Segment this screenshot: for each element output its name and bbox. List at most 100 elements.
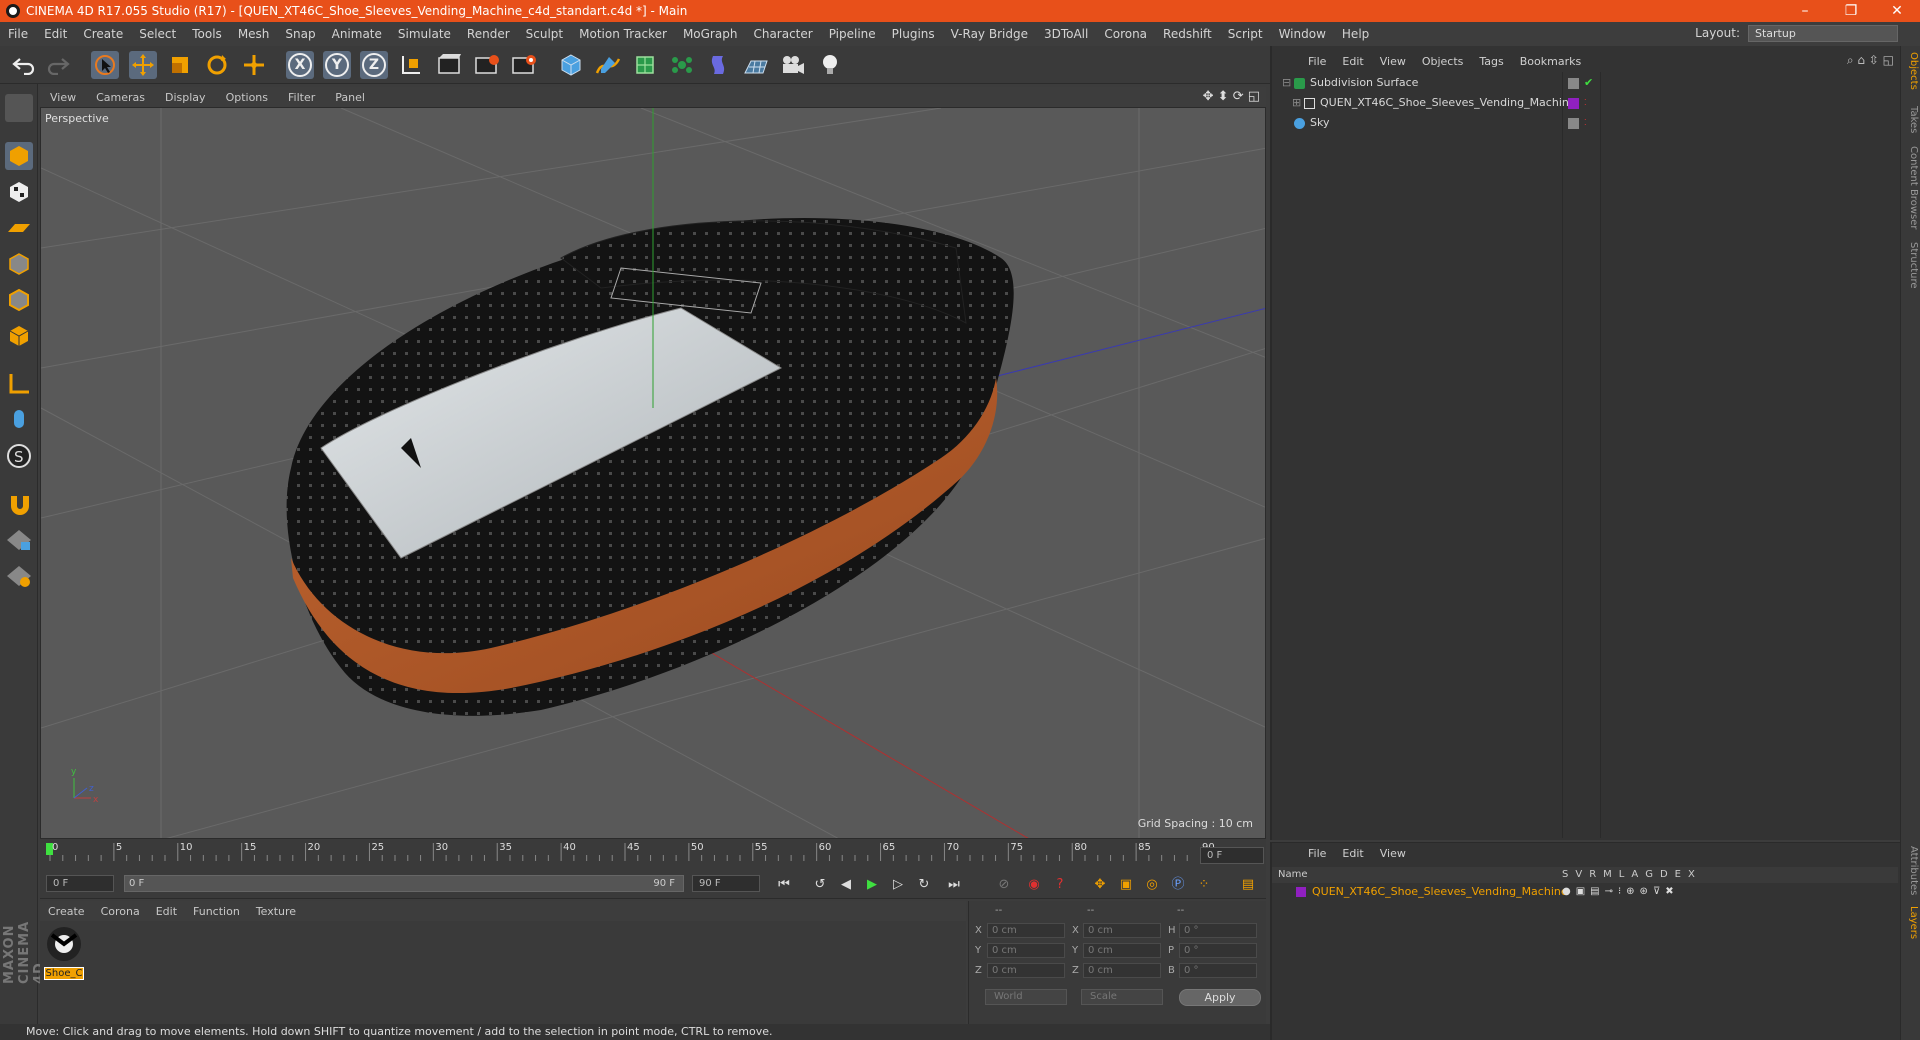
material-swatch[interactable]: Shoe_C xyxy=(44,925,84,980)
rotation-b-field[interactable]: 0 ° xyxy=(1179,963,1257,978)
model-mode-icon[interactable] xyxy=(5,142,33,170)
menu-simulate[interactable]: Simulate xyxy=(390,27,459,41)
texture-mode-icon[interactable] xyxy=(5,178,33,206)
size-y-field[interactable]: 0 cm xyxy=(1083,943,1161,958)
position-z-field[interactable]: 0 cm xyxy=(987,963,1065,978)
go-to-start-icon[interactable]: ⏮ xyxy=(774,875,794,895)
menu-script[interactable]: Script xyxy=(1220,27,1271,41)
menu-mograph[interactable]: MoGraph xyxy=(675,27,746,41)
timeline-window-icon[interactable]: ▤ xyxy=(1238,875,1258,895)
tab-layers[interactable]: Layers xyxy=(1903,906,1919,939)
motion-path-icon[interactable]: ⊘ xyxy=(994,875,1014,895)
tweak-mode-icon[interactable] xyxy=(5,406,33,434)
menu-sculpt[interactable]: Sculpt xyxy=(518,27,571,41)
previous-frame-icon[interactable]: ◀ xyxy=(836,875,856,895)
camera-icon[interactable] xyxy=(779,51,807,79)
viewport-menu-view[interactable]: View xyxy=(40,91,86,104)
menu-render[interactable]: Render xyxy=(459,27,518,41)
current-frame-field[interactable]: 0 F xyxy=(1200,847,1264,864)
object-row-vending-machine[interactable]: ⊞ QUEN_XT46C_Shoe_Sleeves_Vending_Machin… xyxy=(1280,94,1886,112)
menu-file[interactable]: File xyxy=(0,27,36,41)
material-menu-corona[interactable]: Corona xyxy=(93,905,148,918)
rotate-tool-icon[interactable] xyxy=(203,51,231,79)
menu-edit[interactable]: Edit xyxy=(36,27,75,41)
key-point-level-icon[interactable]: ⁘ xyxy=(1194,875,1214,895)
cloner-icon[interactable] xyxy=(668,51,696,79)
move-tool-icon[interactable] xyxy=(129,51,157,79)
menu-mesh[interactable]: Mesh xyxy=(230,27,278,41)
menu-tools[interactable]: Tools xyxy=(184,27,230,41)
position-x-field[interactable]: 0 cm xyxy=(987,923,1065,938)
objects-menu-view[interactable]: View xyxy=(1372,55,1414,68)
viewport-navigation-icons[interactable]: ✥ ⬍ ⟳ ◱ xyxy=(1203,89,1260,104)
menu-character[interactable]: Character xyxy=(745,27,820,41)
material-menu-function[interactable]: Function xyxy=(185,905,248,918)
object-row-subdivision-surface[interactable]: ⊟ Subdivision Surface ✔ xyxy=(1280,74,1886,92)
coordinate-mode-select[interactable]: World xyxy=(985,989,1067,1005)
points-mode-icon[interactable] xyxy=(5,250,33,278)
cube-primitive-icon[interactable] xyxy=(557,51,585,79)
object-manager-tools-icons[interactable]: ⌕ ⌂ ⇳ ◱ xyxy=(1847,53,1894,68)
tab-objects[interactable]: Objects xyxy=(1903,52,1919,90)
key-rotation-icon[interactable]: ◎ xyxy=(1142,875,1162,895)
menu-redshift[interactable]: Redshift xyxy=(1155,27,1220,41)
expand-icon[interactable]: ⊞ xyxy=(1292,94,1301,112)
menu-vray-bridge[interactable]: V-Ray Bridge xyxy=(943,27,1036,41)
layout-select[interactable]: Startup xyxy=(1748,25,1898,42)
planar-workplane-icon[interactable] xyxy=(5,562,33,590)
timeline-ruler[interactable]: 051015202530354045505560657075808590 0 F xyxy=(40,839,1266,869)
layer-toggle-icons[interactable]: ●▣▤⊸⁝⊕⊛⊽✖ xyxy=(1562,883,1679,901)
object-row-sky[interactable]: Sky ⁚ xyxy=(1280,114,1886,132)
material-menu-texture[interactable]: Texture xyxy=(248,905,304,918)
menu-window[interactable]: Window xyxy=(1271,27,1334,41)
tab-content-browser[interactable]: Content Browser xyxy=(1903,146,1919,229)
objects-menu-file[interactable]: File xyxy=(1300,55,1334,68)
viewport-menu-options[interactable]: Options xyxy=(216,91,278,104)
rotation-p-field[interactable]: 0 ° xyxy=(1179,943,1257,958)
menu-3dtoall[interactable]: 3DToAll xyxy=(1036,27,1096,41)
size-z-field[interactable]: 0 cm xyxy=(1083,963,1161,978)
menu-help[interactable]: Help xyxy=(1334,27,1377,41)
subdivision-surface-icon[interactable] xyxy=(631,51,659,79)
tab-takes[interactable]: Takes xyxy=(1903,106,1919,133)
render-picture-viewer-icon[interactable] xyxy=(473,51,501,79)
collapse-icon[interactable]: ⊟ xyxy=(1282,74,1291,92)
menu-animate[interactable]: Animate xyxy=(324,27,390,41)
minimize-button[interactable]: – xyxy=(1782,0,1828,22)
size-x-field[interactable]: 0 cm xyxy=(1083,923,1161,938)
play-forwards-icon[interactable]: ▶ xyxy=(862,875,882,895)
previous-keyframe-icon[interactable]: ↺ xyxy=(810,875,830,895)
transform-tool-icon[interactable] xyxy=(240,51,268,79)
tab-structure[interactable]: Structure xyxy=(1903,242,1919,289)
viewport-menu-display[interactable]: Display xyxy=(155,91,216,104)
render-settings-icon[interactable] xyxy=(510,51,538,79)
layers-menu-view[interactable]: View xyxy=(1372,847,1414,860)
viewport-menu-panel[interactable]: Panel xyxy=(325,91,375,104)
z-axis-toggle[interactable]: Z xyxy=(360,51,388,79)
menu-create[interactable]: Create xyxy=(75,27,131,41)
next-frame-icon[interactable]: ▷ xyxy=(888,875,908,895)
key-parameter-icon[interactable]: Ⓟ xyxy=(1168,875,1188,895)
next-keyframe-icon[interactable]: ↻ xyxy=(914,875,934,895)
key-scale-icon[interactable]: ▣ xyxy=(1116,875,1136,895)
position-y-field[interactable]: 0 cm xyxy=(987,943,1065,958)
menu-snap[interactable]: Snap xyxy=(277,27,323,41)
workplane-mode-icon[interactable] xyxy=(5,214,33,242)
spline-pen-icon[interactable] xyxy=(594,51,622,79)
objects-menu-objects[interactable]: Objects xyxy=(1414,55,1472,68)
viewport-menu-cameras[interactable]: Cameras xyxy=(86,91,155,104)
close-button[interactable]: ✕ xyxy=(1874,0,1920,22)
render-view-icon[interactable] xyxy=(436,51,464,79)
menu-select[interactable]: Select xyxy=(131,27,184,41)
size-mode-select[interactable]: Scale xyxy=(1081,989,1163,1005)
redo-icon[interactable] xyxy=(44,51,72,79)
lock-workplane-icon[interactable] xyxy=(5,526,33,554)
edges-mode-icon[interactable] xyxy=(5,286,33,314)
menu-pipeline[interactable]: Pipeline xyxy=(821,27,884,41)
enabled-check-icon[interactable]: ✔ xyxy=(1584,74,1593,92)
scale-tool-icon[interactable] xyxy=(166,51,194,79)
x-axis-toggle[interactable]: X xyxy=(286,51,314,79)
material-menu-edit[interactable]: Edit xyxy=(148,905,185,918)
visibility-dots-icon[interactable]: ⁚ xyxy=(1584,94,1587,112)
material-menu-create[interactable]: Create xyxy=(40,905,93,918)
